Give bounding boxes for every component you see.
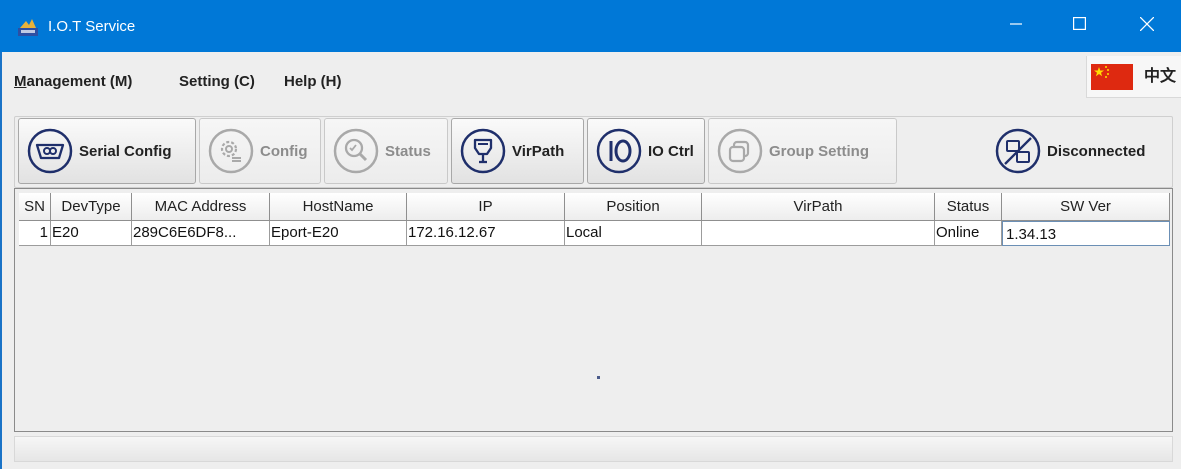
- disconnected-button[interactable]: Disconnected: [987, 118, 1173, 184]
- language-switch[interactable]: 中文: [1086, 56, 1181, 98]
- column-header-swver[interactable]: SW Ver: [1002, 193, 1170, 221]
- serial-config-button[interactable]: Serial Config: [18, 118, 196, 184]
- cell-virpath[interactable]: [702, 221, 935, 246]
- menu-help[interactable]: Help (H): [284, 72, 342, 92]
- cell-position[interactable]: Local: [565, 221, 702, 246]
- app-icon: [18, 18, 38, 36]
- column-header-ip[interactable]: IP: [407, 193, 565, 221]
- window-title: I.O.T Service: [48, 18, 136, 35]
- menu-management[interactable]: Management (M): [14, 72, 132, 92]
- config-button[interactable]: Config: [199, 118, 321, 184]
- table-row[interactable]: 1 E20 289C6E6DF8... Eport-E20 172.16.12.…: [19, 221, 1170, 246]
- group-setting-button[interactable]: Group Setting: [708, 118, 897, 184]
- table-header: SN DevType MAC Address HostName IP Posit…: [19, 193, 1170, 221]
- device-table: SN DevType MAC Address HostName IP Posit…: [14, 188, 1173, 432]
- column-header-status[interactable]: Status: [935, 193, 1002, 221]
- cell-hostname[interactable]: Eport-E20: [270, 221, 407, 246]
- column-header-virpath[interactable]: VirPath: [702, 193, 935, 221]
- minimize-button[interactable]: [993, 0, 1039, 52]
- window-border: [0, 52, 2, 469]
- status-label: Status: [385, 142, 431, 160]
- cell-swver[interactable]: 1.34.13: [1002, 221, 1170, 246]
- group-icon: [717, 128, 763, 174]
- cell-mac[interactable]: 289C6E6DF8...: [132, 221, 270, 246]
- maximize-button[interactable]: [1056, 0, 1102, 52]
- language-label: 中文: [1144, 68, 1177, 85]
- column-header-devtype[interactable]: DevType: [51, 193, 132, 221]
- china-flag-icon: [1091, 64, 1133, 90]
- menu-management-rest: anagement (M): [26, 73, 133, 90]
- serial-config-label: Serial Config: [79, 142, 172, 160]
- status-button[interactable]: Status: [324, 118, 448, 184]
- disconnected-label: Disconnected: [1047, 142, 1146, 160]
- io-ctrl-button[interactable]: IO Ctrl: [587, 118, 705, 184]
- cell-ip[interactable]: 172.16.12.67: [407, 221, 565, 246]
- column-header-sn[interactable]: SN: [19, 193, 51, 221]
- column-header-hostname[interactable]: HostName: [270, 193, 407, 221]
- cell-sn[interactable]: 1: [19, 221, 51, 246]
- menu-bar: Management (M) Setting (C) Help (H): [0, 52, 1181, 110]
- serial-port-icon: [27, 128, 73, 174]
- close-button[interactable]: [1124, 0, 1170, 52]
- virpath-button[interactable]: VirPath: [451, 118, 584, 184]
- cell-devtype[interactable]: E20: [51, 221, 132, 246]
- config-label: Config: [260, 142, 308, 160]
- menu-management-mnemonic: M: [14, 73, 27, 90]
- close-icon: [1139, 16, 1155, 36]
- column-header-mac[interactable]: MAC Address: [132, 193, 270, 221]
- plug-icon: [460, 128, 506, 174]
- status-search-icon: [333, 128, 379, 174]
- io-ctrl-label: IO Ctrl: [648, 142, 694, 160]
- title-bar: I.O.T Service: [0, 0, 1181, 52]
- gear-config-icon: [208, 128, 254, 174]
- table-dot: [597, 376, 600, 379]
- virpath-label: VirPath: [512, 142, 565, 160]
- column-header-position[interactable]: Position: [565, 193, 702, 221]
- minimize-icon: [1010, 17, 1022, 35]
- menu-setting[interactable]: Setting (C): [179, 72, 255, 92]
- disconnected-icon: [995, 128, 1041, 174]
- cell-status[interactable]: Online: [935, 221, 1002, 246]
- maximize-icon: [1072, 17, 1086, 35]
- group-setting-label: Group Setting: [769, 142, 869, 160]
- status-bar: [14, 436, 1173, 462]
- io-icon: [596, 128, 642, 174]
